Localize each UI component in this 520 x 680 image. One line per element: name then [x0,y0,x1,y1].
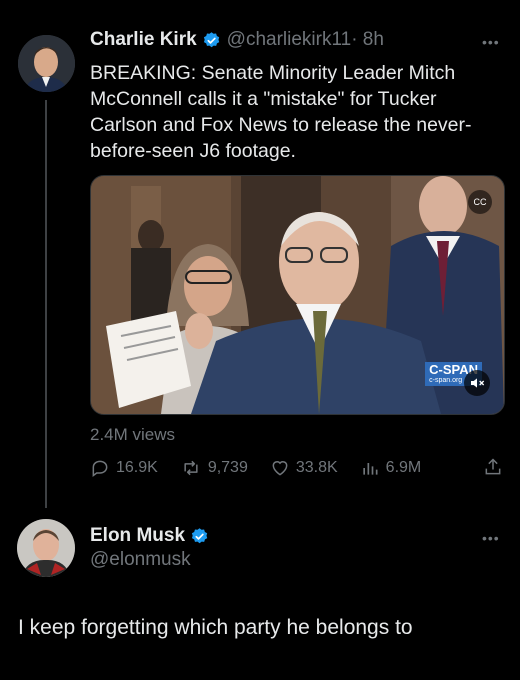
like-button[interactable]: 33.8K [270,458,338,478]
avatar[interactable] [18,35,75,92]
reply-count: 16.9K [116,459,158,476]
views-button[interactable]: 6.9M [360,458,422,478]
retweet-count: 9,739 [207,459,248,476]
verified-badge-icon [190,527,209,546]
cc-icon[interactable]: CC [468,190,492,214]
more-options-icon[interactable]: ••• [482,34,500,50]
reply-button[interactable]: 16.9K [90,458,158,478]
tweet-header: Charlie Kirk @charliekirk11 · 8h [90,29,384,51]
tweet-video[interactable]: CC C-SPAN c-span.org [90,175,505,415]
tweet-time[interactable]: · 8h [351,29,384,51]
like-count: 33.8K [295,459,338,476]
retweet-button[interactable]: 9,739 [180,458,248,478]
mute-icon[interactable] [464,370,490,396]
reply-author-name[interactable]: Elon Musk [90,525,185,547]
avatar[interactable] [17,519,75,577]
author-name[interactable]: Charlie Kirk [90,29,197,51]
more-options-icon[interactable]: ••• [482,530,500,546]
reply-icon [92,460,108,477]
thread-line [45,100,47,508]
heart-icon [272,461,288,476]
retweet-icon [184,460,198,476]
action-bar: 16.9K 9,739 33.8K 6.9M [90,456,503,480]
author-handle[interactable]: @charliekirk11 [227,29,352,51]
verified-badge-icon [202,31,221,50]
analytics-icon [363,463,378,475]
reply-author-handle[interactable]: @elonmusk [90,549,191,571]
view-count: 2.4M views [90,425,176,444]
share-button[interactable] [483,456,503,483]
share-icon [485,458,501,475]
tweet-text: BREAKING: Senate Minority Leader Mitch M… [90,62,472,162]
reply-text: I keep forgetting which party he belongs… [18,616,413,639]
views-stat: 6.9M [385,459,422,476]
reply-header: Elon Musk [90,525,209,547]
